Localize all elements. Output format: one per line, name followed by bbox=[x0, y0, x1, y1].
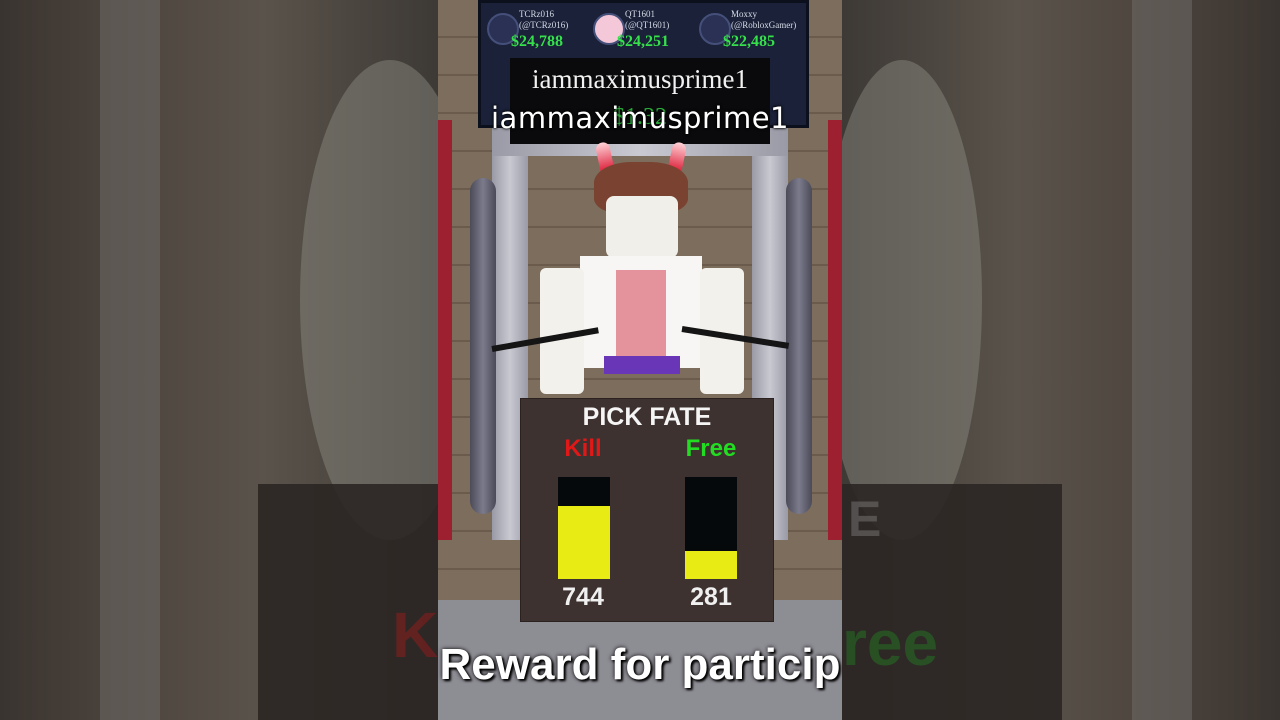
player-name-tag-text: iammaximusprime1 bbox=[532, 64, 748, 94]
kill-vote-bar bbox=[558, 477, 610, 579]
background-ghost-letter: E bbox=[848, 491, 882, 547]
player-name-overlay: iammaximusprime1 bbox=[491, 101, 789, 135]
leaderboard-amount: $24,788 bbox=[511, 33, 563, 50]
avatar-belt bbox=[604, 356, 680, 374]
background-ghost-free: ree bbox=[842, 607, 939, 679]
background-right: E ree bbox=[842, 0, 1280, 720]
leaderboard-entry: TCRz016 (@TCRz016) $24,788 bbox=[487, 7, 592, 55]
leaderboard-name: TCRz016 bbox=[519, 9, 554, 19]
free-vote-count: 281 bbox=[690, 583, 732, 611]
leaderboard-handle: (@RobloxGamer) bbox=[731, 20, 797, 30]
free-vote-bar bbox=[685, 477, 737, 579]
kill-option-label[interactable]: Kill bbox=[553, 435, 613, 463]
kill-vote-count: 744 bbox=[562, 583, 604, 611]
background-ghost-kill: Ki bbox=[392, 599, 438, 671]
background-blur-figure bbox=[300, 60, 438, 540]
leaderboard-entry: QT1601 (@QT1601) $24,251 bbox=[593, 7, 698, 55]
background-pillar bbox=[1132, 0, 1192, 720]
leaderboard-name: Moxxy bbox=[731, 9, 758, 19]
leaderboard-amount: $24,251 bbox=[617, 33, 669, 50]
avatar-chest bbox=[616, 270, 666, 356]
video-caption: Reward for particip bbox=[439, 640, 841, 689]
background-pillar bbox=[100, 0, 160, 720]
red-trim-left bbox=[438, 120, 452, 540]
leaderboard-handle: (@QT1601) bbox=[625, 20, 670, 30]
avatar-head bbox=[606, 196, 678, 258]
leaderboard-name: QT1601 bbox=[625, 9, 655, 19]
free-vote-bar-fill bbox=[685, 551, 737, 579]
background-blur-figure bbox=[842, 60, 982, 540]
cage-rod-right bbox=[786, 178, 812, 514]
pick-fate-title: PICK FATE bbox=[582, 403, 712, 431]
kill-vote-bar-fill bbox=[558, 505, 610, 579]
game-viewport[interactable]: TCRz016 (@TCRz016) $24,788 QT1601 (@QT16… bbox=[438, 0, 842, 720]
pick-fate-panel: PICK FATE Kill 744 Free 281 bbox=[520, 398, 774, 622]
leaderboard-entry: Moxxy (@RobloxGamer) $22,485 bbox=[699, 7, 804, 55]
background-left: Ki bbox=[0, 0, 438, 720]
free-option-label[interactable]: Free bbox=[681, 435, 741, 463]
leaderboard-amount: $22,485 bbox=[723, 33, 775, 50]
red-trim-right bbox=[828, 120, 842, 540]
leaderboard-handle: (@TCRz016) bbox=[519, 20, 569, 30]
